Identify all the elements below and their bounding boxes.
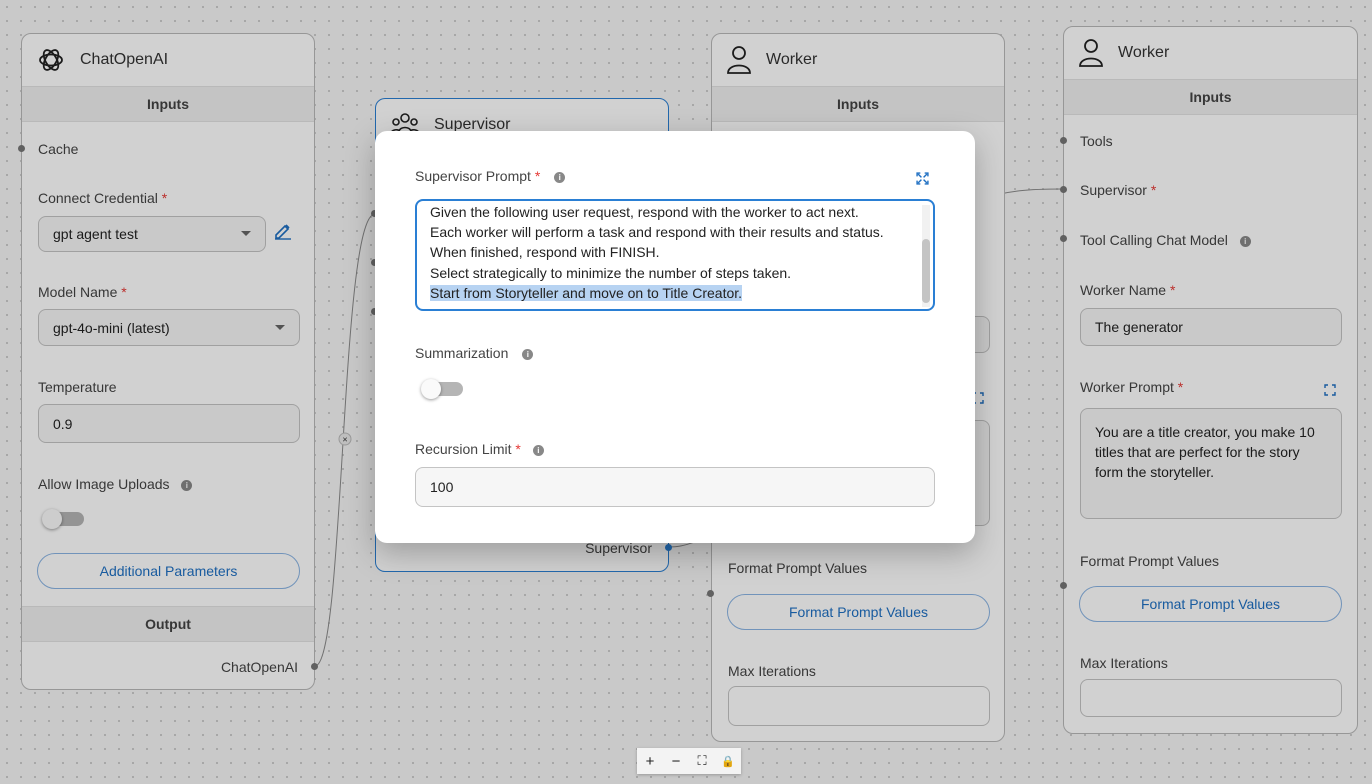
- info-icon[interactable]: i: [554, 172, 566, 183]
- lock-icon[interactable]: 🔒: [718, 755, 738, 768]
- supervisor-prompt-label: Supervisor Prompt * i: [415, 168, 566, 184]
- scrollbar-thumb[interactable]: [922, 239, 930, 303]
- fit-view-icon[interactable]: ⛶: [692, 753, 712, 769]
- prompt-line: Given the following user request, respon…: [430, 204, 859, 220]
- prompt-line: Select strategically to minimize the num…: [430, 264, 792, 281]
- summarization-toggle[interactable]: [421, 379, 463, 399]
- prompt-line-selected: Start from Storyteller and move on to Ti…: [430, 283, 910, 303]
- summarization-label: Summarization i: [415, 345, 534, 361]
- info-icon[interactable]: i: [532, 445, 544, 456]
- supervisor-prompt-textarea[interactable]: Given the following user request, respon…: [415, 199, 935, 311]
- recursion-limit-value: 100: [430, 479, 454, 495]
- info-icon[interactable]: i: [522, 349, 534, 360]
- recursion-limit-label: Recursion Limit * i: [415, 441, 544, 457]
- textarea-scrollbar[interactable]: [922, 205, 930, 307]
- prompt-text: Given the following user request, respon…: [430, 202, 910, 303]
- expand-icon[interactable]: [916, 172, 929, 185]
- zoom-in-icon[interactable]: +: [640, 753, 660, 770]
- canvas-controls: + − ⛶ 🔒: [637, 748, 741, 774]
- prompt-line: When finished, respond with FINISH.: [430, 244, 660, 261]
- toggle-knob: [421, 379, 441, 399]
- zoom-out-icon[interactable]: −: [666, 753, 686, 770]
- selected-text: Start from Storyteller and move on to Ti…: [430, 284, 743, 301]
- supervisor-settings-dialog: Supervisor Prompt * i Given the following…: [375, 131, 975, 543]
- recursion-limit-input[interactable]: 100: [415, 467, 935, 507]
- prompt-line: Each worker will perform a task and resp…: [430, 224, 884, 241]
